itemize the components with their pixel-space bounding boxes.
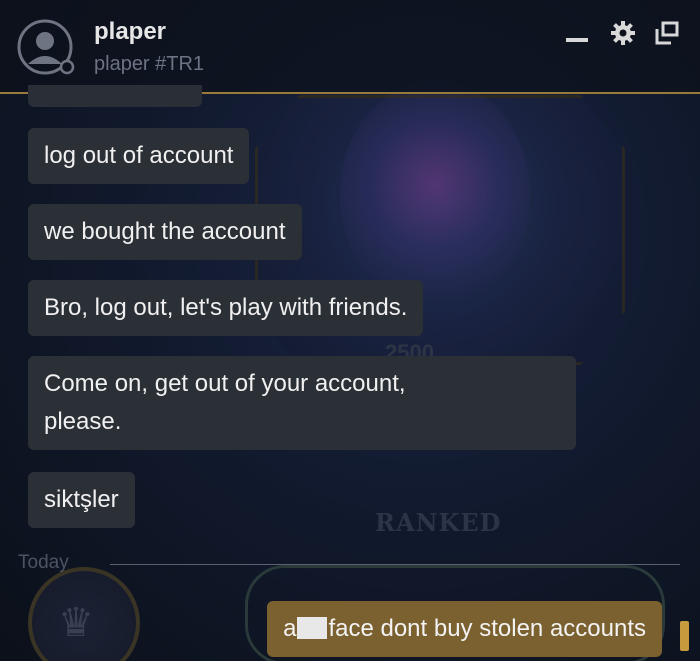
avatar[interactable] [16, 18, 76, 78]
own-message-prefix: a [283, 615, 297, 642]
chat-username: plaper [94, 18, 167, 45]
settings-button[interactable] [608, 18, 638, 48]
gear-icon [611, 21, 635, 45]
message-bubble: log out of account [28, 128, 250, 184]
own-message-suffix: face dont buy stolen accounts [328, 615, 646, 642]
message-text: siktşler [44, 486, 119, 513]
champion-art-background [340, 80, 530, 310]
own-message-bubble: a face dont buy stolen accounts [267, 601, 662, 657]
date-divider-label: Today [18, 552, 69, 573]
message-bubble: Come on, get out of your account, please… [28, 356, 576, 450]
divider-line [110, 564, 680, 565]
message-bubble: we bought the account [28, 204, 302, 260]
popout-icon [655, 21, 679, 45]
message-bubble: Bro, log out, let's play with friends. [28, 280, 424, 336]
minimize-button[interactable] [562, 18, 592, 48]
message-text: we bought the account [44, 218, 286, 245]
date-divider: Today [18, 552, 680, 574]
message-text-line: Come on, get out of your account, [44, 370, 406, 397]
message-text: log out of account [44, 142, 234, 169]
scrollbar-thumb[interactable] [680, 621, 689, 651]
message-text: Bro, log out, let's play with friends. [44, 294, 408, 321]
message-bubble-cutoff [28, 85, 202, 107]
message-text-line: please. [44, 408, 122, 435]
minimize-icon [566, 38, 588, 42]
popout-button[interactable] [652, 18, 682, 48]
redaction-box [297, 617, 328, 639]
background-ranked-label: RANKED [375, 508, 502, 537]
user-avatar-icon [17, 19, 75, 75]
chat-window: 2500 RANKED ♛ plaper plaper #TR1 log out… [0, 0, 700, 661]
crown-icon: ♛ [58, 601, 94, 645]
chat-user-tag: plaper #TR1 [94, 53, 205, 75]
message-bubble: siktşler [28, 472, 135, 528]
chat-header: plaper plaper #TR1 [0, 0, 700, 94]
